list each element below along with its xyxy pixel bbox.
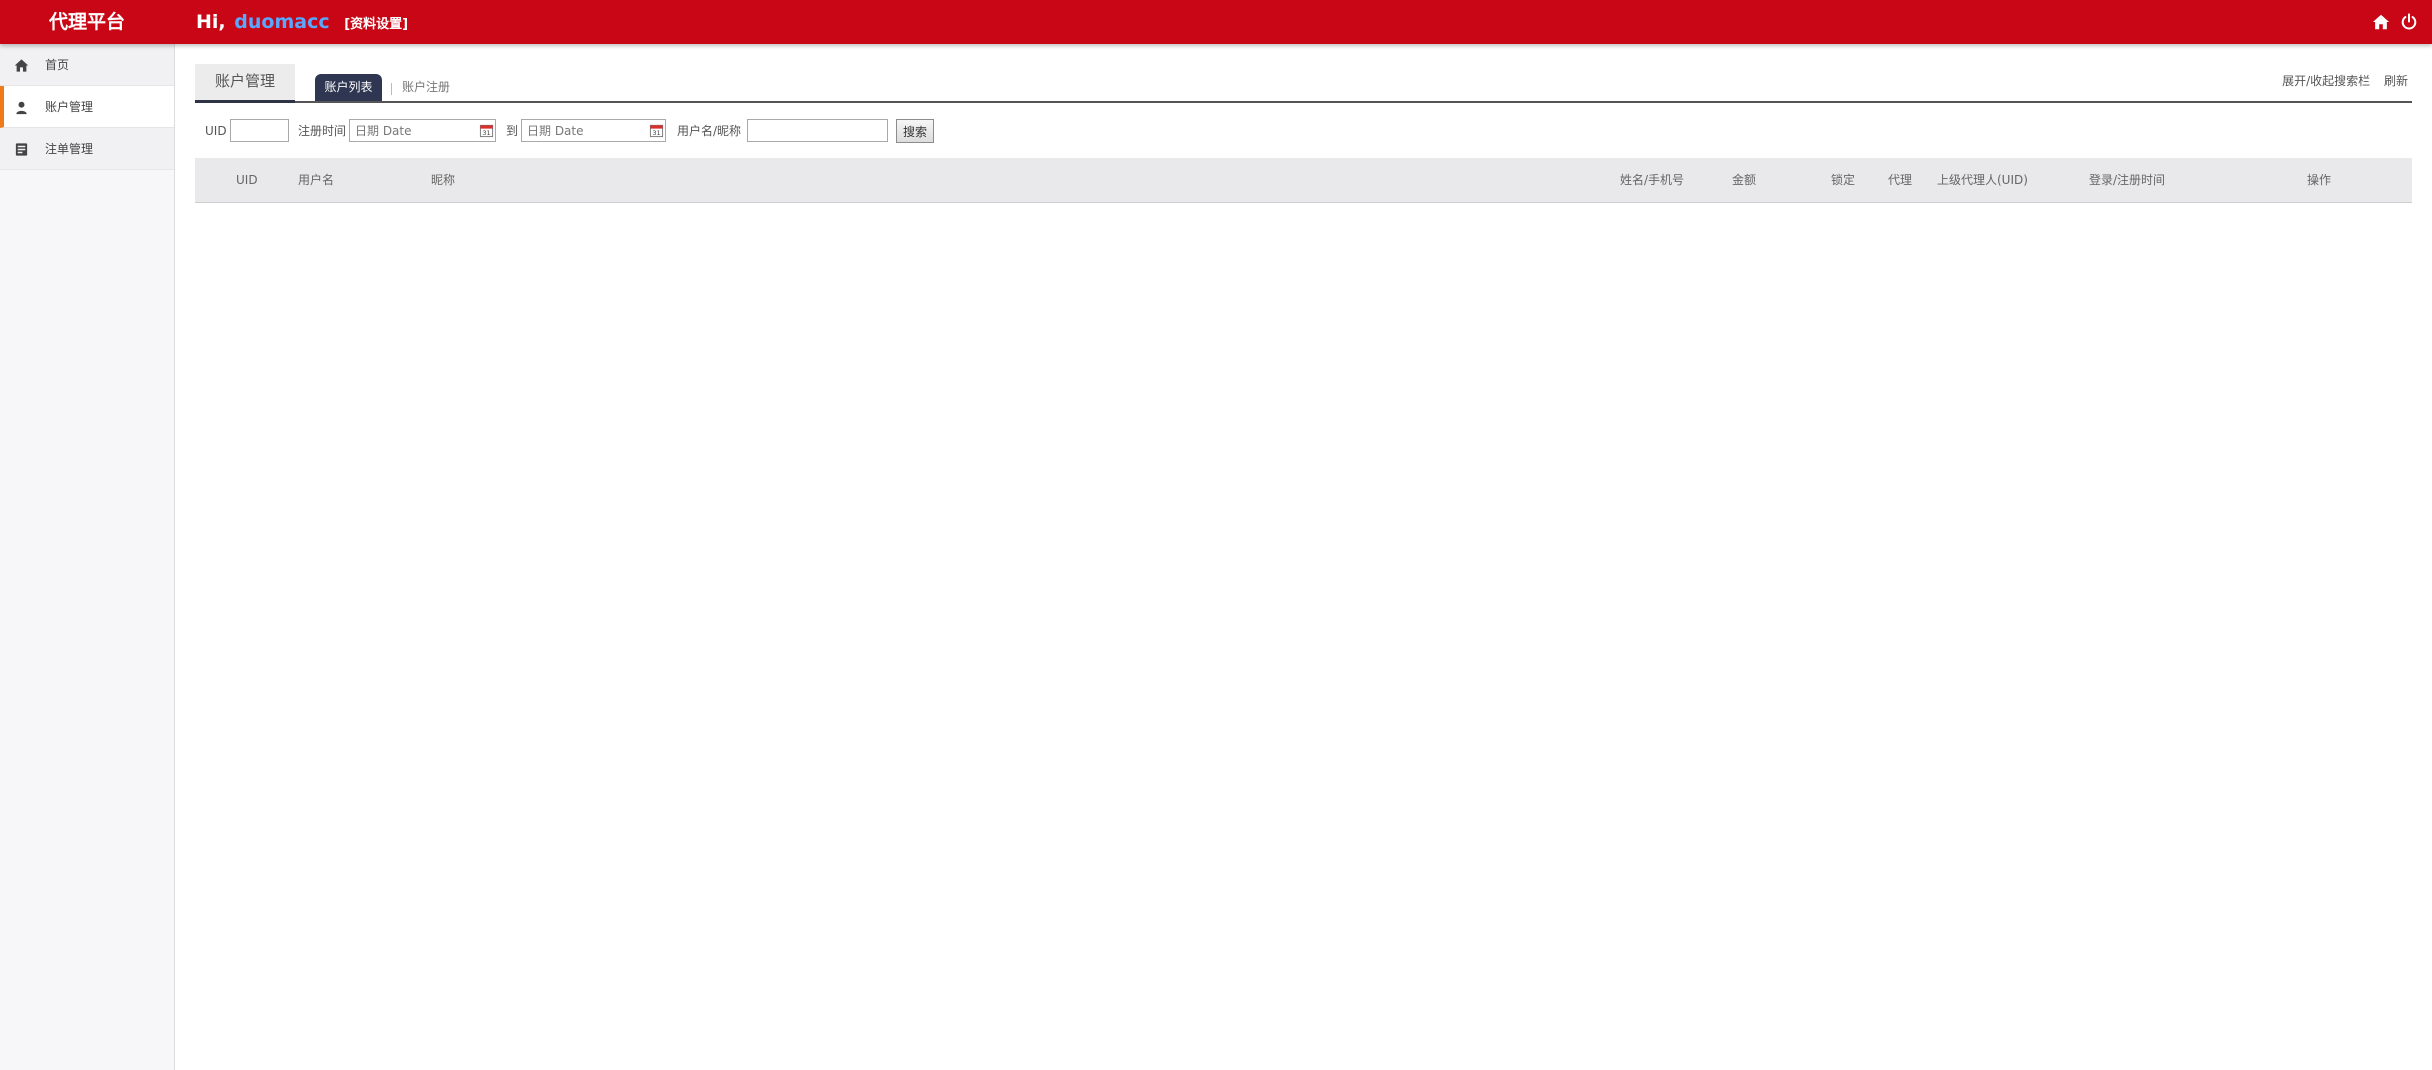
search-button[interactable]: 搜索 [896, 119, 934, 143]
date-from-field: 31 [349, 119, 496, 142]
sidebar-item-bets[interactable]: 注单管理 [0, 128, 174, 170]
tab-account-management[interactable]: 账户管理 [195, 64, 295, 103]
username-nickname-label: 用户名/昵称 [677, 124, 742, 138]
calendar-icon[interactable]: 31 [649, 123, 664, 138]
uid-input[interactable] [230, 119, 289, 142]
column-header-parent-agent[interactable]: 上级代理人(UID) [1937, 158, 2028, 203]
user-icon [16, 101, 27, 115]
search-bar: UID 注册时间 31 到 31 用户名/昵称 搜索 [195, 118, 2412, 144]
column-header-login-register-time[interactable]: 登录/注册时间 [2089, 158, 2165, 203]
toggle-search-bar-link[interactable]: 展开/收起搜索栏 [2282, 74, 2370, 88]
username: duomacc [234, 11, 330, 33]
subtab-divider [391, 83, 392, 95]
column-header-agent[interactable]: 代理 [1888, 158, 1912, 203]
sidebar: 首页 账户管理 注单管理 [0, 44, 175, 1070]
column-header-username[interactable]: 用户名 [298, 158, 334, 203]
top-header: 代理平台 Hi, duomacc [资料设置] [0, 0, 2432, 44]
sidebar-item-home[interactable]: 首页 [0, 44, 174, 86]
main-content: 账户管理 账户列表 账户注册 展开/收起搜索栏 刷新 UID 注册时间 31 到 [195, 44, 2412, 1070]
column-header-uid[interactable]: UID [236, 158, 258, 203]
profile-settings-link[interactable]: [资料设置] [344, 17, 408, 32]
power-icon[interactable] [2400, 13, 2418, 31]
column-header-name-phone[interactable]: 姓名/手机号 [1620, 158, 1684, 203]
home-icon [14, 59, 29, 72]
sidebar-item-label: 首页 [45, 58, 70, 72]
greeting-prefix: Hi, [196, 11, 226, 33]
date-from-input[interactable] [349, 119, 496, 142]
reg-time-label: 注册时间 [298, 124, 347, 138]
svg-text:31: 31 [652, 129, 660, 137]
sidebar-item-accounts[interactable]: 账户管理 [0, 86, 174, 128]
header-icons [2372, 0, 2418, 44]
column-header-amount[interactable]: 金额 [1732, 158, 1756, 203]
sidebar-item-label: 账户管理 [45, 100, 94, 114]
greeting: Hi, duomacc [资料设置] [196, 0, 408, 44]
column-header-nickname[interactable]: 昵称 [431, 158, 455, 203]
refresh-link[interactable]: 刷新 [2384, 74, 2408, 88]
date-to-input[interactable] [521, 119, 666, 142]
tab-bar: 账户管理 账户列表 账户注册 展开/收起搜索栏 刷新 [195, 64, 2412, 103]
username-nickname-input[interactable] [747, 119, 888, 142]
home-icon[interactable] [2372, 13, 2390, 31]
uid-label: UID [205, 124, 227, 138]
sidebar-item-label: 注单管理 [45, 142, 94, 156]
to-label: 到 [506, 124, 519, 138]
brand-title: 代理平台 [48, 11, 125, 33]
subtab-account-register[interactable]: 账户注册 [402, 74, 450, 101]
date-to-field: 31 [521, 119, 666, 142]
ledger-icon [15, 143, 28, 156]
column-header-locked[interactable]: 锁定 [1831, 158, 1855, 203]
svg-text:31: 31 [482, 129, 490, 137]
table-header: UID 用户名 昵称 姓名/手机号 金额 锁定 代理 上级代理人(UID) 登录… [195, 158, 2412, 203]
tab-actions: 展开/收起搜索栏 刷新 [2272, 72, 2408, 89]
column-header-actions[interactable]: 操作 [2307, 158, 2331, 203]
subtab-account-list[interactable]: 账户列表 [315, 74, 382, 101]
calendar-icon[interactable]: 31 [479, 123, 494, 138]
